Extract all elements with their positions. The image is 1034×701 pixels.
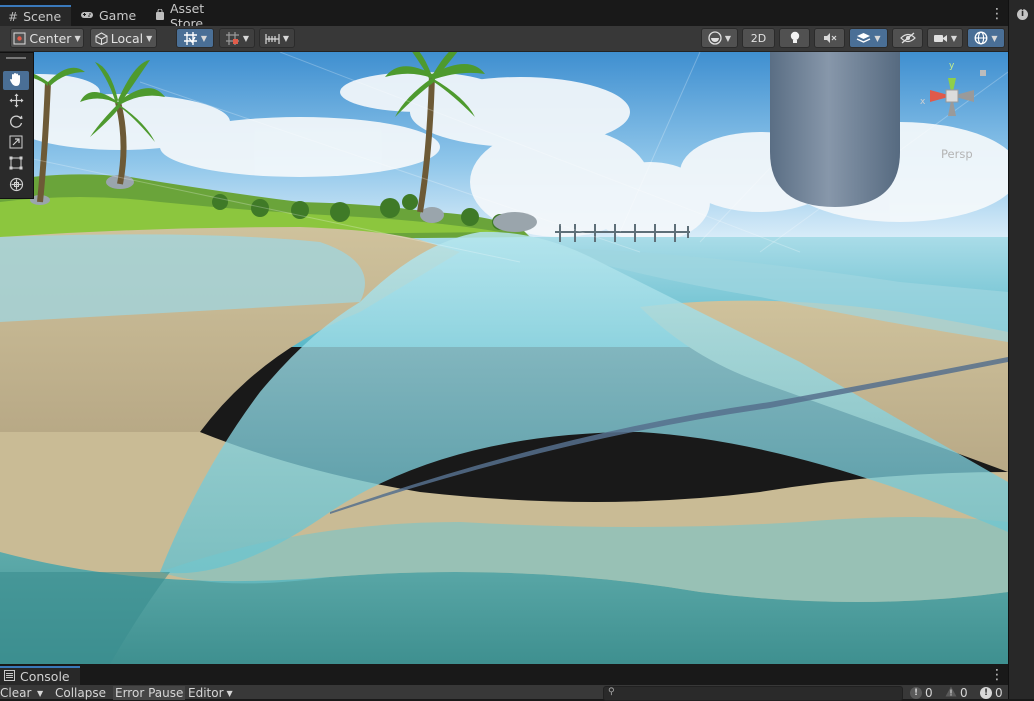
error-count-toggle[interactable]: ! 0 [980, 685, 1003, 700]
tab-options-menu-icon[interactable]: ⋮ [990, 6, 1004, 22]
chevron-down-icon: ▼ [242, 33, 250, 43]
light-bulb-icon [789, 31, 801, 45]
warning-icon [945, 686, 957, 700]
audio-mute-icon [823, 32, 837, 44]
info-count: 0 [925, 685, 933, 700]
orientation-gizmo[interactable] [914, 64, 990, 130]
gamepad-icon [80, 9, 94, 23]
editor-target-dropdown[interactable]: Editor ▼ [188, 686, 233, 700]
error-pause-label: Error Pause [115, 686, 184, 700]
draw-mode-dropdown[interactable]: ▼ [701, 28, 738, 48]
tab-game[interactable]: Game [72, 5, 142, 26]
console-tab-bar: Console ⋮ [0, 664, 1008, 685]
ruler-toggle[interactable]: ▼ [259, 28, 295, 48]
pivot-mode-label: Center [29, 30, 72, 46]
error-icon: ! [980, 686, 992, 699]
chevron-down-icon: ▼ [146, 33, 153, 43]
gizmo-axis-x: x [920, 97, 926, 107]
2d-mode-label: 2D [750, 31, 767, 45]
chevron-down-icon: ▼ [282, 33, 290, 43]
error-count: 0 [995, 685, 1003, 700]
tab-scene[interactable]: # Scene [0, 5, 71, 26]
rect-tool-button[interactable] [3, 155, 29, 174]
chevron-down-icon: ▼ [991, 33, 998, 43]
tab-console[interactable]: Console [0, 666, 80, 685]
shopping-bag-icon [155, 8, 165, 23]
chevron-down-icon: ▼ [74, 33, 81, 43]
tab-game-label: Game [99, 8, 137, 23]
clear-options-dropdown[interactable]: ▼ [37, 686, 43, 700]
chevron-down-icon: ▼ [226, 688, 233, 698]
camera-icon [933, 33, 948, 44]
tab-asset-store[interactable]: Asset Store [147, 1, 247, 31]
chevron-down-icon: ▼ [37, 688, 44, 698]
view-tool-button[interactable] [3, 71, 29, 90]
console-options-menu-icon[interactable]: ⋮ [990, 667, 1004, 683]
effects-layers-icon [856, 32, 871, 45]
palette-handle[interactable] [6, 57, 26, 59]
snap-increment-icon [225, 31, 240, 46]
camera-settings-dropdown[interactable]: ▼ [927, 28, 963, 48]
2d-mode-toggle[interactable]: 2D [742, 28, 775, 48]
editor-label: Editor [188, 686, 224, 700]
move-arrows-icon [9, 93, 24, 111]
pivot-mode-dropdown[interactable]: Center ▼ [10, 28, 84, 48]
console-tab-label: Console [20, 669, 70, 684]
move-tool-button[interactable] [3, 92, 29, 111]
warning-count: 0 [960, 685, 968, 700]
console-list-icon [4, 669, 15, 684]
pivot-rotation-label: Local [110, 30, 144, 46]
rect-transform-icon [9, 156, 23, 173]
hand-icon [9, 72, 23, 90]
rotate-tool-button[interactable] [3, 113, 29, 132]
local-cube-icon [95, 31, 108, 45]
inspector-strip [1008, 0, 1034, 699]
warning-count-toggle[interactable]: 0 [945, 685, 968, 700]
info-icon: ! [910, 686, 922, 699]
projection-label[interactable]: Persp [941, 147, 973, 161]
error-pause-toggle[interactable]: Error Pause [113, 686, 186, 700]
hidden-eye-icon [899, 32, 916, 44]
audio-toggle[interactable] [814, 28, 845, 48]
transform-tool-button[interactable] [3, 176, 29, 195]
scene-toolbar: Center ▼ Local ▼ ▼ ▼ ▼ ▼ 2D ▼ ▼ ▼ [0, 26, 1008, 52]
lighting-toggle[interactable] [779, 28, 810, 48]
gizmos-dropdown[interactable]: ▼ [967, 28, 1005, 48]
grid-snapping-toggle[interactable]: ▼ [176, 28, 214, 48]
pivot-rotation-dropdown[interactable]: Local ▼ [90, 28, 157, 48]
ruler-icon [265, 32, 280, 45]
clear-button[interactable]: Clear [0, 686, 31, 700]
rotate-icon [9, 114, 24, 132]
clear-label: Clear [0, 686, 32, 700]
collapse-label: Collapse [55, 686, 106, 700]
scale-tool-button[interactable] [3, 134, 29, 153]
chevron-down-icon: ▼ [950, 33, 958, 43]
chevron-down-icon: ▼ [200, 33, 208, 43]
scale-icon [9, 135, 23, 152]
gizmo-axis-y: y [949, 61, 955, 71]
transform-icon [9, 177, 24, 195]
chevron-down-icon: ▼ [874, 33, 881, 43]
grid-icon: # [8, 9, 19, 24]
tool-palette [0, 52, 34, 199]
info-count-toggle[interactable]: ! 0 [910, 685, 933, 700]
chevron-down-icon: ▼ [724, 33, 732, 43]
scene-viewport[interactable]: x y Persp [0, 52, 1008, 664]
shaded-sphere-icon [708, 31, 722, 45]
collapse-toggle[interactable]: Collapse [55, 686, 106, 700]
pivot-icon [13, 32, 26, 45]
grid-snap-icon [183, 31, 198, 46]
gizmo-globe-icon [974, 31, 988, 45]
tab-scene-label: Scene [23, 9, 62, 24]
increment-snapping-toggle[interactable]: ▼ [219, 28, 255, 48]
info-icon[interactable]: i [1017, 9, 1028, 20]
editor-tab-bar: # Scene Game Asset Store ⋮ [0, 0, 1008, 31]
scene-render [0, 52, 1008, 664]
scene-visibility-toggle[interactable] [892, 28, 923, 48]
search-icon: ⚲ [608, 687, 615, 697]
effects-dropdown[interactable]: ▼ [849, 28, 888, 48]
